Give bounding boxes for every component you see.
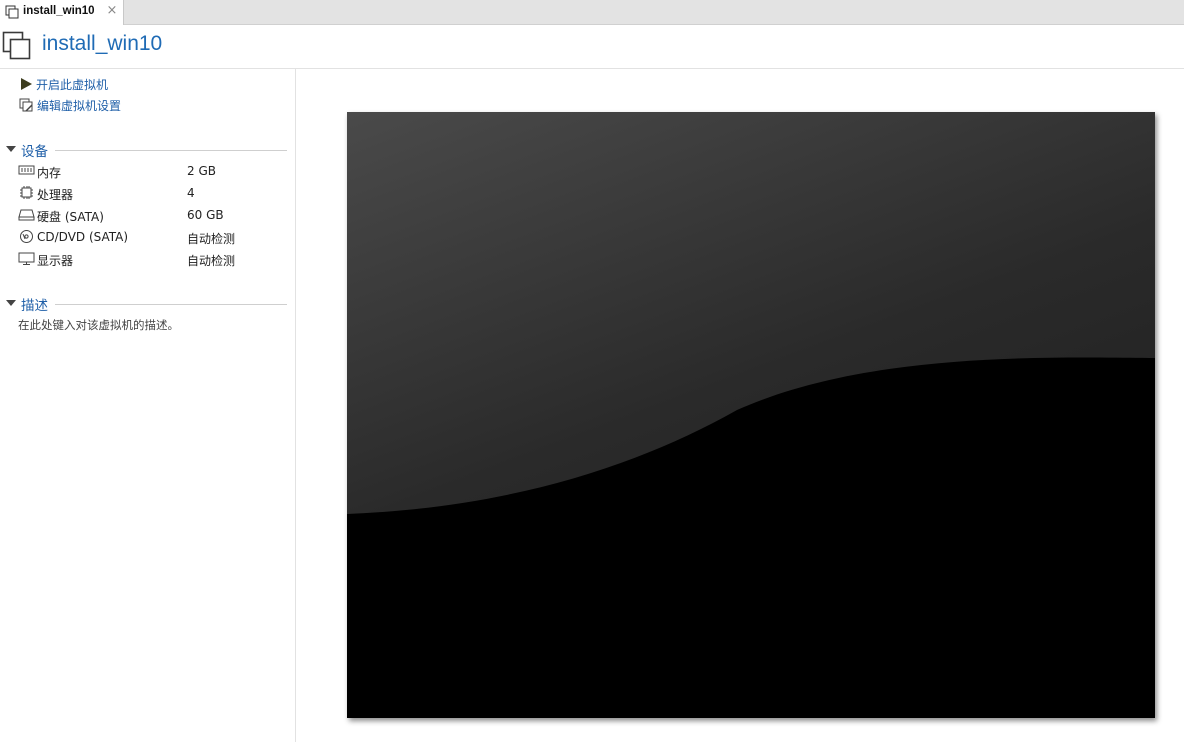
vm-details-panel: 开启此虚拟机 编辑虚拟机设置 设备 内存 2 GB 处理器 4 硬盘 (SATA… [0,69,296,742]
device-name: CD/DVD (SATA) [37,230,129,244]
vm-screen-thumbnail[interactable] [347,112,1155,718]
power-on-vm-button[interactable]: 开启此虚拟机 [19,75,108,93]
edit-vm-settings-button[interactable]: 编辑虚拟机设置 [19,96,121,114]
page-title: install_win10 [42,32,163,55]
hard-disk-icon [18,209,35,221]
play-icon [21,78,32,90]
tab-bar: install_win10 × [0,0,1184,25]
device-row-hard-disk[interactable]: 硬盘 (SATA) 60 GB [18,205,288,225]
collapse-triangle-icon[interactable] [6,146,16,152]
device-row-monitor[interactable]: 显示器 自动检测 [18,249,288,269]
device-value: 2 GB [187,164,216,178]
device-value: 4 [187,186,195,200]
description-section-header[interactable]: 描述 [0,293,296,314]
tab-close-icon[interactable]: × [106,3,118,19]
cd-dvd-icon [20,230,33,243]
device-name: 显示器 [37,254,74,268]
monitor-icon [18,252,35,265]
device-name: 处理器 [37,188,74,202]
device-name: 内存 [37,166,62,180]
devices-section-title: 设备 [21,144,48,160]
tab-label: install_win10 [23,5,95,17]
device-name: 硬盘 (SATA) [37,210,104,224]
processor-icon [20,186,33,199]
edit-vm-settings-label: 编辑虚拟机设置 [37,98,122,113]
memory-icon [18,165,35,175]
description-section-title: 描述 [21,298,48,314]
device-value: 60 GB [187,208,224,222]
device-value: 自动检测 [187,254,236,268]
section-divider [55,304,287,305]
device-value: 自动检测 [187,232,236,246]
description-field[interactable]: 在此处键入对该虚拟机的描述。 [18,317,179,333]
device-row-memory[interactable]: 内存 2 GB [18,161,288,181]
collapse-triangle-icon[interactable] [6,300,16,306]
vm-header: install_win10 [0,25,1184,69]
edit-settings-icon [19,98,33,111]
section-divider [55,150,287,151]
device-row-cd-dvd[interactable]: CD/DVD (SATA) 自动检测 [18,227,288,247]
vm-window-icon [2,31,31,60]
devices-section-header[interactable]: 设备 [0,139,296,160]
device-row-processor[interactable]: 处理器 4 [18,183,288,203]
vm-window-icon [5,5,19,19]
vm-screen-graphic [347,112,1155,718]
tab-install-win10[interactable]: install_win10 × [0,0,124,25]
power-on-vm-label: 开启此虚拟机 [36,77,109,92]
